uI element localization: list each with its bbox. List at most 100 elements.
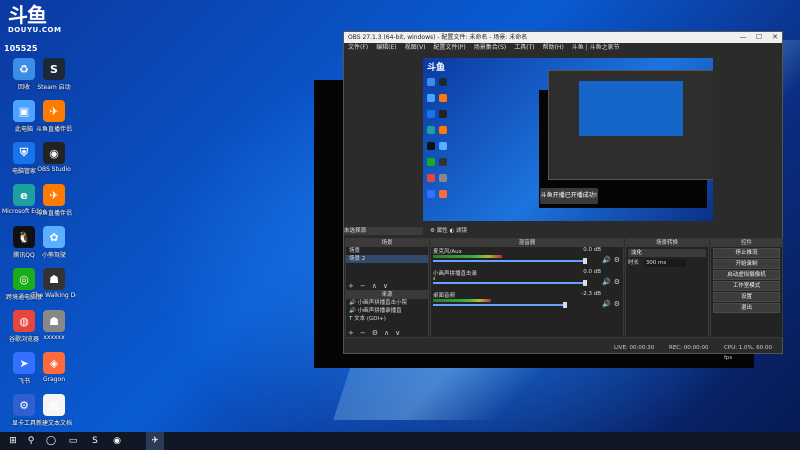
speaker-icon[interactable]: 🔊 xyxy=(602,300,611,308)
menu-item[interactable]: 场景集合(S) xyxy=(474,43,507,53)
obs-icon: ◉ xyxy=(43,142,65,164)
transitions-panel: 场景转换 淡化 时长 300 ms xyxy=(625,238,709,338)
preview-desktop-icon xyxy=(427,174,435,182)
nested-obs-window xyxy=(548,70,713,180)
desktop-icon[interactable]: ◈ Gragon xyxy=(32,352,76,383)
desktop-icon[interactable]: ✈ 斗鱼直播伴侣 xyxy=(32,184,76,217)
menu-item[interactable]: 工具(T) xyxy=(514,43,534,53)
desktop-icon-label: 斗鱼直播伴侣 xyxy=(35,210,72,217)
taskbar: ⊞ ⚲ ◯ ▭ S ◉ ✈ xyxy=(0,432,800,450)
task-view-icon[interactable]: ◯ xyxy=(42,432,60,450)
sources-header: 来源 xyxy=(346,291,428,299)
move-up-icon[interactable]: ∧ xyxy=(384,329,389,337)
source-toolbar: ⚙ 属性 ◐ 滤镜 xyxy=(430,227,480,235)
obs-taskbar-icon[interactable]: ◉ xyxy=(108,432,126,450)
menu-item[interactable]: 斗鱼 | 斗鱼之家节 xyxy=(572,43,620,53)
mixer-header: 混音器 xyxy=(431,239,623,247)
start-button[interactable]: ⊞ xyxy=(4,432,22,450)
desktop-icon[interactable]: ◉ OBS Studio xyxy=(32,142,76,173)
remove-scene-icon[interactable]: − xyxy=(360,282,366,290)
duration-label: 时长 xyxy=(628,260,640,266)
preview-desktop-icon xyxy=(427,94,435,102)
preview-desktop-icon xyxy=(427,78,435,86)
source-item[interactable]: T 文本 (GDI+) xyxy=(346,315,428,323)
source-settings-icon[interactable]: ⚙ xyxy=(372,329,378,337)
gear-icon[interactable]: ⚙ xyxy=(614,278,620,286)
preview-desktop-icon xyxy=(427,158,435,166)
title-bar[interactable]: OBS 27.1.3 (64-bit, windows) - 配置文件: 未命名… xyxy=(344,32,782,43)
control-button[interactable]: 启动虚拟摄像机 xyxy=(713,270,780,280)
remove-source-icon[interactable]: − xyxy=(360,329,366,337)
gear-icon[interactable]: ⚙ xyxy=(614,256,620,264)
channel-name: 麦克风/Aux xyxy=(433,249,462,255)
transition-select[interactable]: 淡化 xyxy=(628,249,706,257)
desktop-icon[interactable]: S Steam 启动 xyxy=(32,58,76,91)
douyu-logo: 斗鱼 DOUYU.COM xyxy=(8,3,62,34)
control-button[interactable]: 退出 xyxy=(713,303,780,313)
channel-name: 小画声拼播直击录 xyxy=(433,271,478,277)
mixer-channel: 麦克风/Aux 0.0 dB 🔊 ⚙ xyxy=(431,247,623,269)
channel-db: 0.0 dB xyxy=(583,247,601,253)
control-button[interactable]: 工作室模式 xyxy=(713,281,780,291)
desktop-icon[interactable]: ☗ The Walking Dead xyxy=(32,268,76,299)
controls-header: 控件 xyxy=(711,239,782,247)
desktop-icon[interactable]: ✈ 斗鱼直播伴侣 xyxy=(32,100,76,133)
menu-item[interactable]: 编辑(E) xyxy=(376,43,396,53)
desktop-icon[interactable]: ✿ 小熊驾驶 xyxy=(32,226,76,259)
source-item[interactable]: 🔊 小画声拼播直击小院 xyxy=(346,299,428,307)
preview-desktop-icon xyxy=(427,190,435,198)
control-button[interactable]: 设置 xyxy=(713,292,780,302)
move-up-icon[interactable]: ∧ xyxy=(372,282,377,290)
desktop-icon-label: xxxxxx xyxy=(43,334,65,341)
source-label: 未选择源 xyxy=(344,227,423,235)
preview-desktop-icon xyxy=(439,158,447,166)
room-id: 105525 xyxy=(4,44,38,53)
scene-item[interactable]: 场景 xyxy=(346,247,428,255)
file-explorer-icon[interactable]: ▭ xyxy=(64,432,82,450)
steam-taskbar-icon[interactable]: S xyxy=(86,432,104,450)
channel-name: 桌面音频 xyxy=(433,293,456,299)
douyu-taskbar-icon[interactable]: ✈ xyxy=(146,432,164,450)
sources-panel: 来源 🔊 小画声拼播直击小院 🔊 小画声拼播录播直 T 文本 (GDI+) + −… xyxy=(345,290,429,338)
volume-slider[interactable] xyxy=(433,282,585,284)
menu-item[interactable]: 帮助(H) xyxy=(543,43,564,53)
props-button[interactable]: ⚙ 属性 xyxy=(430,228,448,234)
preview-desktop-icon xyxy=(439,174,447,182)
scene-item[interactable]: 场景 2 xyxy=(346,255,428,263)
control-button[interactable]: 开始录制 xyxy=(713,259,780,269)
volume-slider[interactable] xyxy=(433,260,585,262)
level-meter xyxy=(433,277,435,280)
source-item[interactable]: 🔊 小画声拼播录播直 xyxy=(346,307,428,315)
desktop-icon[interactable]: ☗ xxxxxx xyxy=(32,310,76,341)
duration-input[interactable]: 300 ms xyxy=(643,259,686,267)
volume-knob[interactable] xyxy=(563,302,567,308)
menu-item[interactable]: 视图(V) xyxy=(405,43,426,53)
stream-started-toast: 斗鱼开播已开播成功! xyxy=(540,188,598,204)
speaker-icon[interactable]: 🔊 xyxy=(602,256,611,264)
move-down-icon[interactable]: ∨ xyxy=(395,329,400,337)
add-scene-icon[interactable]: + xyxy=(348,282,354,290)
control-button[interactable]: 停止推流 xyxy=(713,248,780,258)
mixer-channel: 桌面音频 -2.3 dB 🔊 ⚙ xyxy=(431,291,623,313)
gear-icon[interactable]: ⚙ xyxy=(614,300,620,308)
volume-knob[interactable] xyxy=(582,280,587,286)
volume-knob[interactable] xyxy=(582,258,587,264)
speaker-icon[interactable]: 🔊 xyxy=(602,278,611,286)
desktop-icon[interactable]: ▤ 新建文本文档 xyxy=(32,394,76,427)
menu-item[interactable]: 配置文件(P) xyxy=(433,43,465,53)
preview-desktop-icon xyxy=(439,110,447,118)
add-source-icon[interactable]: + xyxy=(348,329,354,337)
volume-slider[interactable] xyxy=(433,304,565,306)
maximize-icon[interactable]: ☐ xyxy=(752,32,766,43)
filters-button[interactable]: ◐ 滤镜 xyxy=(449,228,467,234)
obs-window[interactable]: OBS 27.1.3 (64-bit, windows) - 配置文件: 未命名… xyxy=(343,31,783,361)
close-icon[interactable]: ✕ xyxy=(768,32,782,43)
level-meter xyxy=(433,299,491,302)
desktop-icon-label: Steam 启动 xyxy=(37,84,71,91)
search-icon[interactable]: ⚲ xyxy=(22,432,40,450)
mixer-panel: 混音器 麦克风/Aux 0.0 dB 🔊 ⚙ 小画声拼播直击录 0.0 dB 🔊 ⚙ 桌面音频 -… xyxy=(430,238,624,338)
minimize-icon[interactable]: — xyxy=(736,32,750,43)
preview-desktop-icon xyxy=(427,142,435,150)
menu-item[interactable]: 文件(F) xyxy=(348,43,368,53)
move-down-icon[interactable]: ∨ xyxy=(383,282,388,290)
